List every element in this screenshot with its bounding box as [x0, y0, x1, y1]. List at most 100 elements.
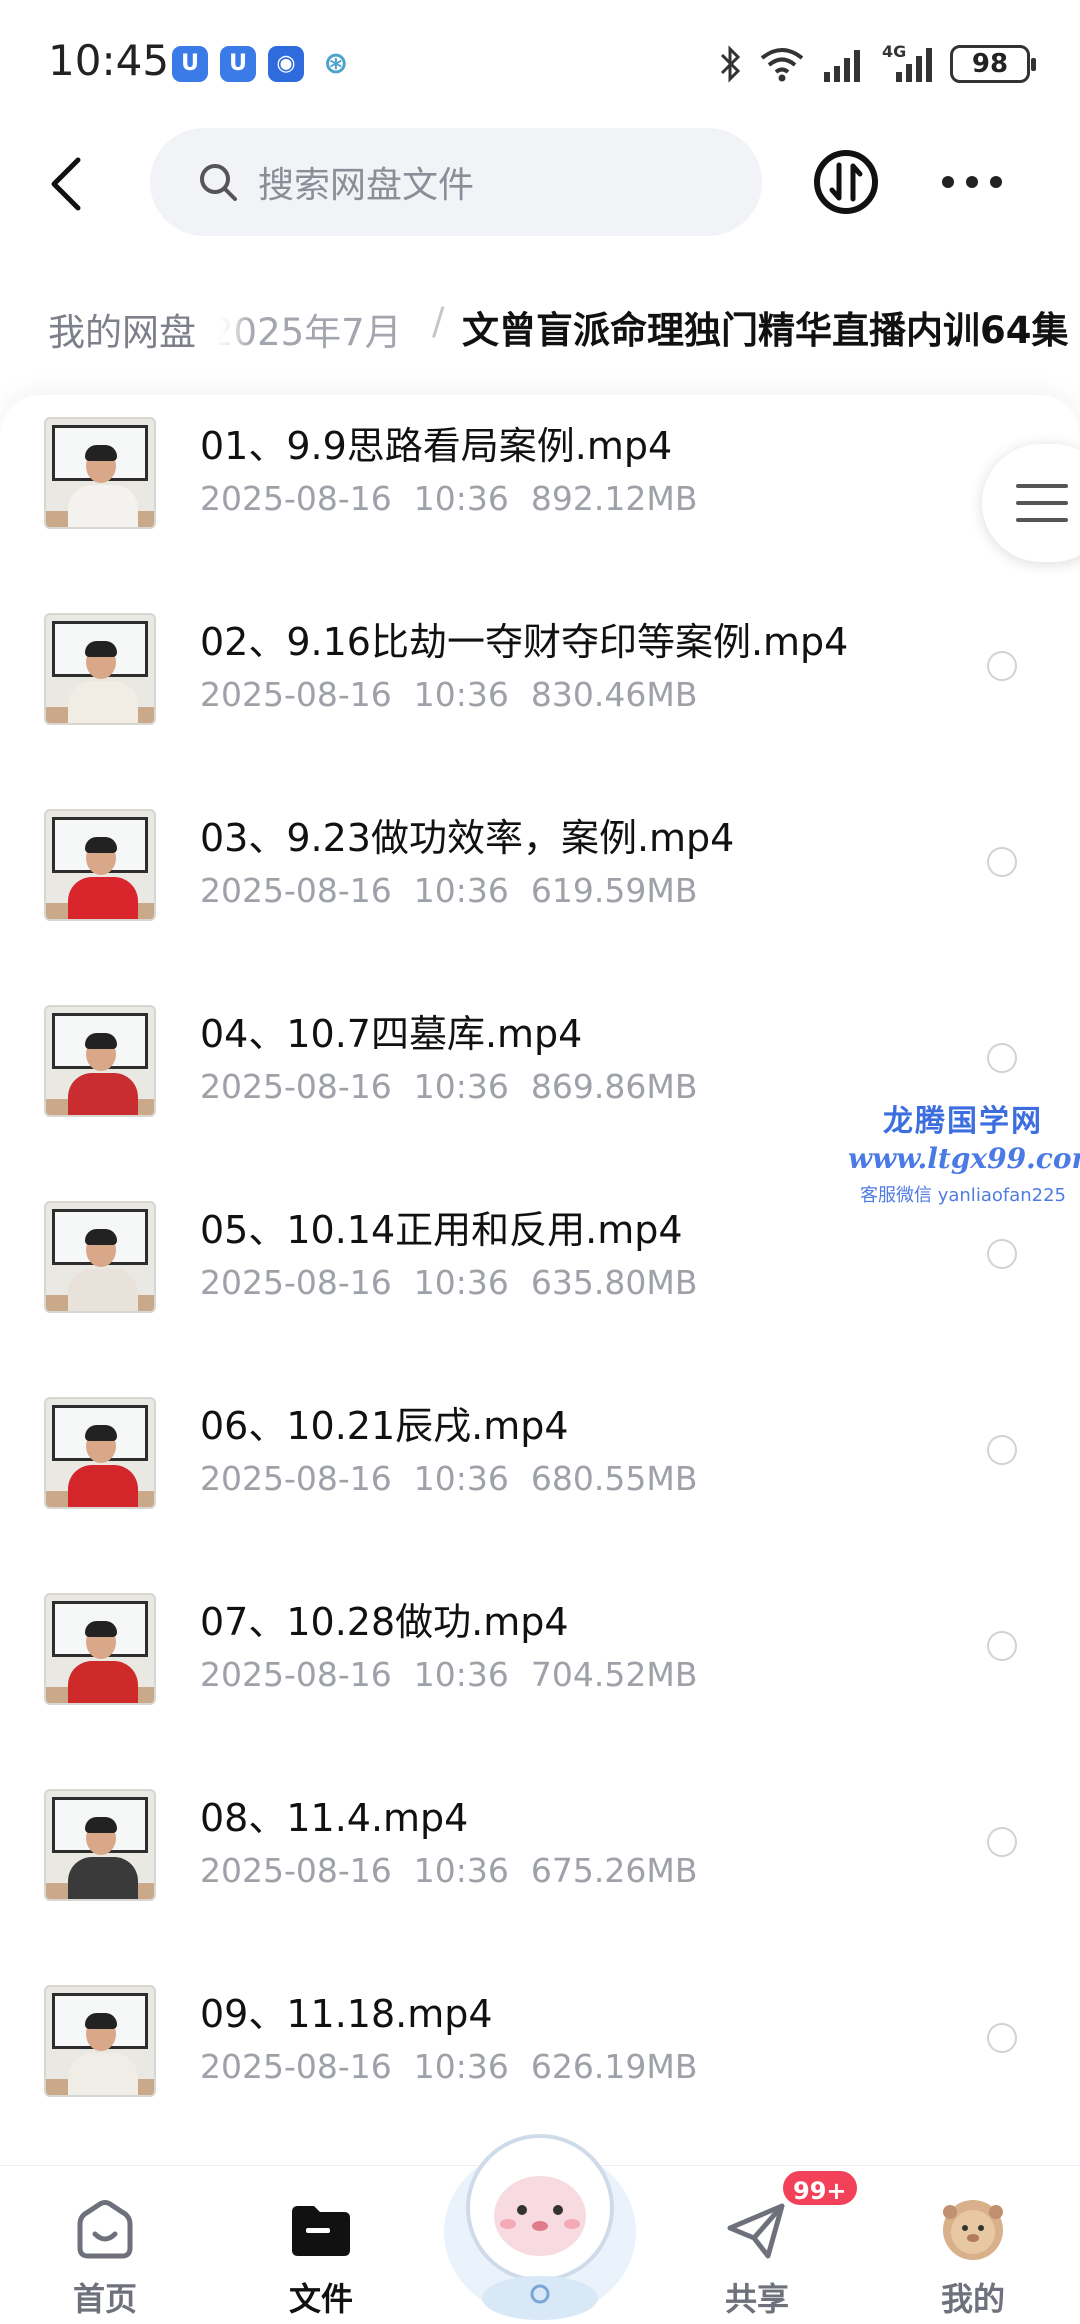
file-time: 10:36: [413, 1851, 509, 1890]
video-thumbnail: [44, 1005, 156, 1117]
status-indicators: 4G 98: [718, 40, 1036, 88]
nav-home[interactable]: 首页: [30, 2188, 180, 2318]
file-time: 10:36: [413, 675, 509, 714]
nav-label: 文件: [288, 2280, 353, 2318]
file-size: 704.52MB: [530, 1655, 698, 1694]
file-date: 2025-08-16: [200, 1067, 392, 1106]
nav-me[interactable]: 我的: [898, 2188, 1048, 2318]
select-checkbox[interactable]: [987, 651, 1017, 681]
video-thumbnail: [44, 809, 156, 921]
file-meta: 2025-08-16 10:36 704.52MB: [200, 1655, 697, 1694]
file-date: 2025-08-16: [200, 1263, 392, 1302]
file-row[interactable]: 07、10.28做功.mp4 2025-08-16 10:36 704.52MB: [0, 1571, 1080, 1767]
search-placeholder: 搜索网盘文件: [258, 165, 475, 206]
select-checkbox[interactable]: [987, 1043, 1017, 1073]
file-meta: 2025-08-16 10:36 635.80MB: [200, 1263, 697, 1302]
file-time: 10:36: [413, 1263, 509, 1302]
more-dot: [990, 176, 1002, 188]
select-checkbox[interactable]: [987, 2023, 1017, 2053]
file-meta: 2025-08-16 10:36 869.86MB: [200, 1067, 697, 1106]
file-size: 869.86MB: [530, 1067, 698, 1106]
transfer-icon: [814, 150, 878, 214]
nav-label: 我的: [940, 2280, 1005, 2318]
list-view-icon: [1016, 484, 1068, 522]
nav-label: 首页: [72, 2280, 137, 2318]
mascot-assistant-button[interactable]: [438, 2112, 642, 2324]
avatar-icon: [943, 2200, 1003, 2260]
file-time: 10:36: [413, 871, 509, 910]
file-date: 2025-08-16: [200, 871, 392, 910]
app-notification-icon: ◉: [268, 46, 304, 82]
file-name: 03、9.23做功效率，案例.mp4: [200, 816, 735, 860]
file-meta: 2025-08-16 10:36 619.59MB: [200, 871, 697, 910]
transfer-button[interactable]: [812, 148, 880, 216]
app-notification-icon: U: [220, 46, 256, 82]
more-dot: [942, 176, 954, 188]
file-meta: 2025-08-16 10:36 892.12MB: [200, 479, 697, 518]
file-size: 680.55MB: [530, 1459, 698, 1498]
file-size: 892.12MB: [530, 479, 698, 518]
file-date: 2025-08-16: [200, 675, 392, 714]
file-row[interactable]: 05、10.14正用和反用.mp4 2025-08-16 10:36 635.80MB: [0, 1179, 1080, 1375]
file-size: 635.80MB: [530, 1263, 698, 1302]
select-checkbox[interactable]: [987, 1827, 1017, 1857]
nav-label: 共享: [724, 2280, 789, 2318]
file-name: 02、9.16比劫一夺财夺印等案例.mp4: [200, 620, 849, 664]
back-button[interactable]: [36, 144, 96, 224]
file-time: 10:36: [413, 1655, 509, 1694]
select-checkbox[interactable]: [987, 847, 1017, 877]
breadcrumb-separator: /: [432, 300, 445, 343]
file-row[interactable]: 08、11.4.mp4 2025-08-16 10:36 675.26MB: [0, 1767, 1080, 1963]
file-size: 830.46MB: [530, 675, 698, 714]
wifi-icon: [760, 48, 804, 82]
share-plane-icon: [727, 2203, 785, 2259]
file-name: 04、10.7四墓库.mp4: [200, 1012, 583, 1056]
file-date: 2025-08-16: [200, 1851, 392, 1890]
status-time: 10:45: [48, 36, 170, 85]
file-size: 619.59MB: [530, 871, 698, 910]
breadcrumb-item[interactable]: 2025年7月: [210, 302, 402, 356]
file-row[interactable]: 06、10.21辰戌.mp4 2025-08-16 10:36 680.55MB: [0, 1375, 1080, 1571]
video-thumbnail: [44, 1985, 156, 2097]
video-thumbnail: [44, 1593, 156, 1705]
file-name: 06、10.21辰戌.mp4: [200, 1404, 569, 1448]
file-meta: 2025-08-16 10:36 830.46MB: [200, 675, 697, 714]
file-name: 08、11.4.mp4: [200, 1796, 469, 1840]
signal-icon: [824, 50, 860, 82]
video-thumbnail: [44, 1789, 156, 1901]
file-name: 09、11.18.mp4: [200, 1992, 493, 2036]
file-date: 2025-08-16: [200, 1655, 392, 1694]
file-row[interactable]: 03、9.23做功效率，案例.mp4 2025-08-16 10:36 619.59M…: [0, 787, 1080, 983]
battery-indicator: 98: [950, 45, 1036, 83]
file-list: 01、9.9思路看局案例.mp4 2025-08-16 10:36 892.12MB 0…: [0, 395, 1080, 2165]
signal-4g-icon: 4G: [882, 42, 934, 86]
select-checkbox[interactable]: [987, 1239, 1017, 1269]
status-bar: 10:45 U U ◉ ⊛ 4G 98: [0, 0, 1080, 120]
nav-files[interactable]: 文件: [246, 2188, 396, 2318]
home-icon: [77, 2200, 133, 2259]
breadcrumb: 2025年7月 我的网盘 / 文曾盲派命理独门精华直播内训64集: [0, 290, 1080, 368]
file-name: 01、9.9思路看局案例.mp4: [200, 424, 673, 468]
file-size: 626.19MB: [530, 2047, 698, 2086]
watermark-url: www.ltgx99.com: [848, 1142, 1080, 1175]
select-checkbox[interactable]: [987, 1435, 1017, 1465]
file-time: 10:36: [413, 2047, 509, 2086]
file-row[interactable]: 02、9.16比劫一夺财夺印等案例.mp4 2025-08-16 10:36 830.…: [0, 591, 1080, 787]
file-meta: 2025-08-16 10:36 626.19MB: [200, 2047, 697, 2086]
file-meta: 2025-08-16 10:36 675.26MB: [200, 1851, 697, 1890]
folder-icon: [292, 2206, 350, 2256]
more-dot: [966, 176, 978, 188]
watermark-contact: 客服微信 yanliaofan225: [860, 1185, 1066, 1206]
more-button[interactable]: [942, 164, 1002, 200]
file-row[interactable]: 01、9.9思路看局案例.mp4 2025-08-16 10:36 892.12MB: [0, 395, 1080, 591]
file-time: 10:36: [413, 1459, 509, 1498]
search-input[interactable]: 搜索网盘文件: [150, 128, 762, 236]
video-thumbnail: [44, 613, 156, 725]
file-time: 10:36: [413, 479, 509, 518]
breadcrumb-current: 文曾盲派命理独门精华直播内训64集: [462, 309, 1069, 352]
app-notification-icon: U: [172, 46, 208, 82]
bluetooth-icon: [720, 45, 741, 83]
select-checkbox[interactable]: [987, 1631, 1017, 1661]
file-size: 675.26MB: [530, 1851, 698, 1890]
breadcrumb-root[interactable]: 我的网盘: [48, 302, 218, 356]
